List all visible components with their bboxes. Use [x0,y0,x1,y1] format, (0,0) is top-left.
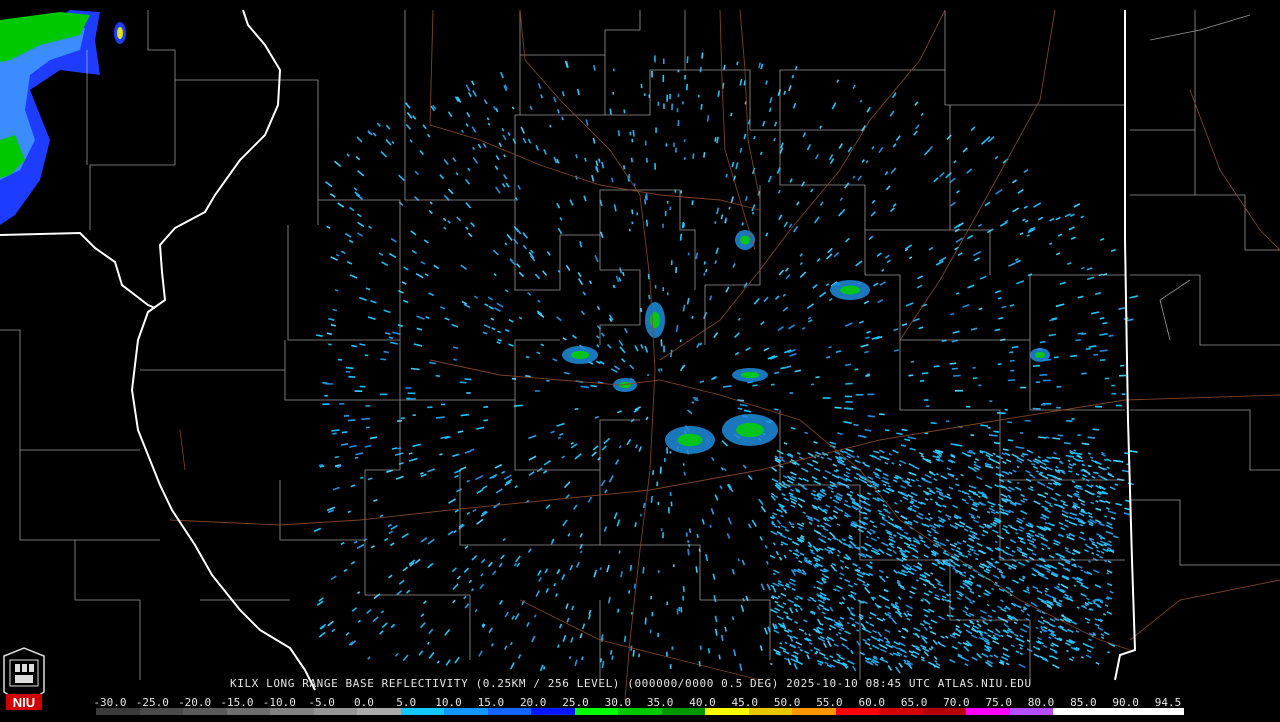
color-bar-segment [1140,708,1184,715]
color-bar-segment [662,708,706,715]
color-bar-segment [792,708,836,715]
color-bar-segment [966,708,1010,715]
color-bar-segment [575,708,619,715]
color-bar-segment [923,708,967,715]
color-bar-segment [1097,708,1141,715]
color-bar-segment [1053,708,1097,715]
color-bar-segment [140,708,184,715]
color-bar-segment [357,708,401,715]
color-bar-segment [183,708,227,715]
radar-map [0,0,1280,720]
color-bar-segment [618,708,662,715]
color-bar-segment [1010,708,1054,715]
color-bar-segment [836,708,880,715]
color-bar-segment [488,708,532,715]
color-bar-segment [314,708,358,715]
color-bar-segment [531,708,575,715]
color-bar-segment [705,708,749,715]
color-bar-segment [401,708,445,715]
niu-logo: NIU [2,646,46,718]
color-bar-segment [444,708,488,715]
color-bar-segment [270,708,314,715]
logo-text: NIU [13,695,35,710]
color-bar-segment [96,708,140,715]
color-bar-segment [227,708,271,715]
product-caption: KILX LONG RANGE BASE REFLECTIVITY (0.25K… [230,677,1032,690]
color-bar-segment [879,708,923,715]
reflectivity-color-bar [96,708,1184,715]
color-bar-segment [749,708,793,715]
